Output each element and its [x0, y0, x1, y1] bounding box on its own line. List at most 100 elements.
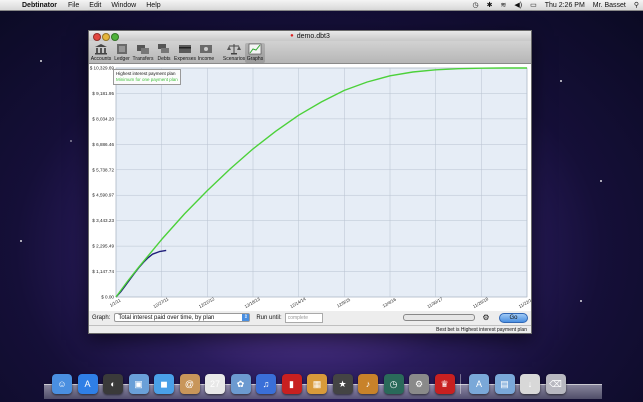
time-machine-menu-icon[interactable]: ◷	[473, 1, 479, 9]
volume-icon[interactable]: ◀)	[514, 1, 522, 9]
x-tick-label: 12/14/14	[289, 296, 307, 309]
x-tick-label: 11/26/18	[472, 296, 490, 309]
itunes-icon[interactable]: ♫	[256, 374, 276, 394]
scales-icon	[227, 44, 241, 55]
bank-icon	[95, 44, 107, 55]
bluetooth-icon[interactable]: ✱	[487, 1, 493, 9]
battery-icon[interactable]: ▭	[530, 1, 537, 9]
zoom-button[interactable]	[111, 33, 119, 41]
toolbar-scenarios[interactable]: Scenarios	[222, 43, 246, 63]
x-tick-label: 11/22/19	[518, 296, 531, 309]
y-tick-label: $ 1,147.74	[92, 269, 114, 274]
applications-folder-icon[interactable]: A	[469, 374, 489, 394]
y-tick-label: $ 8,034.20	[92, 116, 114, 121]
y-tick-label: $ 6,886.46	[92, 142, 114, 147]
x-tick-label: 12/18/13	[244, 296, 262, 309]
run-until-label: Run until:	[256, 314, 282, 321]
graph-label: Graph:	[92, 314, 111, 321]
minimize-button[interactable]	[102, 33, 110, 41]
line-chart: $ 0.00 $ 1,147.74 $ 2,295.49 $ 3,443.23 $ 4,…	[90, 66, 531, 310]
y-tick-label: $ 3,443.23	[92, 218, 114, 223]
toolbar-label: Debts	[157, 56, 171, 62]
photo-booth-icon[interactable]: ▮	[281, 374, 302, 394]
toolbar-label: Scenarios	[222, 56, 246, 62]
go-button[interactable]: Go	[499, 312, 528, 323]
clock[interactable]: Thu 2:26 PM	[545, 2, 585, 9]
dock: ☺ A ◐ ▣ ◼ @27 ✿ ♫ ▮ ▦ ★ ♪ ◷ ⚙ ♛ A ▤ ↓ ⌫	[52, 368, 571, 394]
documents-folder-icon[interactable]: ▤	[494, 374, 515, 394]
toolbar-label: Expenses	[174, 56, 196, 62]
toolbar-label: Accounts	[90, 56, 112, 62]
toolbar-label: Transfers	[132, 56, 154, 62]
toolbar-label: Graphs	[246, 56, 264, 62]
ledger-icon	[117, 44, 127, 54]
dock-separator	[460, 374, 461, 394]
chart-legend-tooltip: Highest interest payment plan Minimum fo…	[113, 69, 181, 85]
title-bar[interactable]: ● demo.dbt3	[89, 31, 531, 41]
window-title: demo.dbt3	[296, 32, 330, 40]
debts-icon	[158, 44, 169, 53]
graph-area[interactable]: $ 0.00 $ 1,147.74 $ 2,295.49 $ 3,443.23 $ 4,…	[89, 64, 531, 311]
x-tick-label: 12/4/16	[382, 297, 398, 309]
toolbar-graphs[interactable]: Graphs	[245, 43, 265, 63]
ical-icon[interactable]: 27	[205, 374, 225, 394]
downloads-folder-icon[interactable]: ↓	[520, 374, 540, 394]
menu-file[interactable]: File	[68, 2, 79, 9]
app-store-icon[interactable]: A	[77, 374, 98, 394]
user-menu[interactable]: Mr. Basset	[593, 2, 626, 9]
menu-bar: Debtinator File Edit Window Help ◷ ✱ ≋ ◀…	[0, 0, 643, 11]
income-icon	[200, 45, 212, 53]
toolbar-debts[interactable]: Debts	[154, 43, 174, 63]
graph-icon	[248, 43, 262, 55]
y-tick-label: $ 5,738.72	[92, 167, 114, 172]
progress-bar	[403, 314, 475, 321]
toolbar-transfers[interactable]: Transfers	[133, 43, 153, 63]
time-machine-icon[interactable]: ◷	[383, 374, 404, 394]
toolbar-label: Income	[197, 56, 215, 62]
toolbar-income[interactable]: Income	[196, 43, 216, 63]
y-tick-label: $ 2,295.49	[92, 244, 114, 249]
document-icon: ●	[290, 33, 294, 39]
graph-type-select[interactable]: Total interest paid over time, by plan ⇕	[114, 313, 251, 322]
close-button[interactable]	[93, 33, 101, 41]
legend-entry-minimum: Minimum for one payment plan	[116, 77, 178, 82]
menu-window[interactable]: Window	[111, 2, 136, 9]
transfer-icon	[137, 45, 149, 54]
menu-help[interactable]: Help	[146, 2, 160, 9]
y-tick-label: $ 0.00	[101, 295, 114, 300]
app-menu[interactable]: Debtinator	[22, 2, 57, 9]
status-text: Best bet is Highest interest payment pla…	[436, 327, 527, 333]
toolbar-ledger[interactable]: Ledger	[112, 43, 132, 63]
facetime-icon[interactable]: ◼	[154, 374, 174, 394]
debtinator-icon[interactable]: ♛	[434, 374, 455, 394]
run-until-field[interactable]: complete	[284, 312, 323, 323]
dashboard-icon[interactable]: ◐	[103, 374, 123, 394]
iphoto-library-icon[interactable]: ▦	[307, 374, 327, 394]
system-preferences-icon[interactable]: ⚙	[409, 374, 429, 394]
graph-select-value: Total interest paid over time, by plan	[118, 314, 215, 321]
wifi-icon[interactable]: ≋	[500, 1, 506, 9]
graph-controls: Graph: Total interest paid over time, by…	[89, 311, 531, 324]
y-tick-label: $ 4,590.97	[92, 193, 114, 198]
document-window: ● demo.dbt3 Accounts Ledger Transfers De…	[88, 30, 532, 334]
imovie-icon[interactable]: ★	[332, 374, 353, 394]
preview-icon[interactable]: ▣	[128, 374, 149, 394]
chevron-updown-icon: ⇕	[242, 314, 250, 321]
toolbar-accounts[interactable]: Accounts	[91, 43, 111, 63]
toolbar-expenses[interactable]: Expenses	[174, 43, 196, 63]
address-book-icon[interactable]: @	[179, 374, 200, 394]
finder-icon[interactable]: ☺	[52, 374, 72, 394]
menu-edit[interactable]: Edit	[89, 2, 101, 9]
x-tick-label: 12/22/12	[198, 296, 216, 309]
x-tick-label: 11/30/17	[426, 296, 444, 309]
status-bar: Best bet is Highest interest payment pla…	[89, 325, 531, 334]
y-tick-label: $ 10,329.69	[90, 66, 115, 71]
toolbar-label: Ledger	[114, 56, 130, 62]
garageband-icon[interactable]: ♪	[358, 374, 378, 394]
iphoto-icon[interactable]: ✿	[230, 374, 251, 394]
x-tick-label: 12/9/15	[336, 297, 352, 309]
trash-icon[interactable]: ⌫	[545, 374, 566, 394]
gear-icon[interactable]: ⚙	[479, 313, 493, 322]
expenses-icon	[179, 45, 191, 53]
spotlight-icon[interactable]: ⚲	[634, 1, 639, 9]
